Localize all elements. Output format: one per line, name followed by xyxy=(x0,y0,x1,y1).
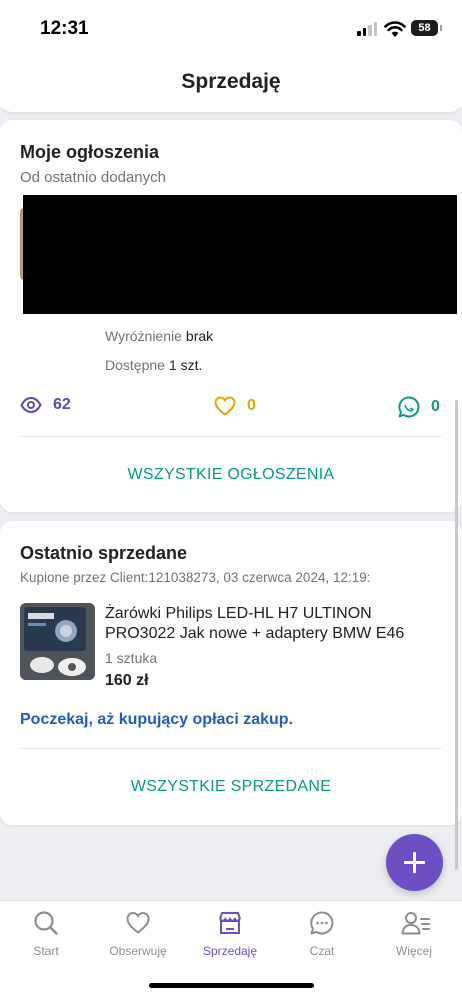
home-indicator xyxy=(149,983,314,988)
divider xyxy=(20,748,442,749)
chat-bubble-icon xyxy=(398,396,420,418)
scrollbar[interactable] xyxy=(455,400,458,870)
search-icon xyxy=(34,911,58,935)
product-photo xyxy=(20,603,95,680)
page-title: Sprzedaję xyxy=(181,70,281,93)
likes-stat: 0 xyxy=(214,396,256,416)
all-sold-button[interactable]: WSZYSTKIE SPRZEDANE xyxy=(0,778,462,796)
previous-card-edge xyxy=(0,100,462,112)
tab-label: Start xyxy=(33,944,59,958)
redacted-listing-area[interactable] xyxy=(23,195,457,314)
all-listings-button[interactable]: WSZYSTKIE OGŁOSZENIA xyxy=(0,466,462,484)
my-listings-card: Moje ogłoszenia Od ostatnio dodanych Wyr… xyxy=(0,120,462,512)
battery-indicator: 58 xyxy=(411,20,442,36)
available-value: 1 szt. xyxy=(168,357,203,373)
eye-icon xyxy=(20,397,42,413)
status-bar: 12:31 58 xyxy=(0,0,462,58)
tab-start[interactable]: Start xyxy=(0,901,92,971)
divider xyxy=(20,436,442,437)
buyer-info: Kupione przez Client:121038273, 03 czerw… xyxy=(20,570,371,585)
tab-observed[interactable]: Obserwuję xyxy=(92,901,184,971)
recently-sold-card: Ostatnio sprzedane Kupione przez Client:… xyxy=(0,521,462,825)
sold-item-quantity: 1 sztuka xyxy=(105,650,158,666)
highlight-value: brak xyxy=(185,328,214,344)
sold-item-image[interactable] xyxy=(20,603,95,680)
status-time: 12:31 xyxy=(40,18,89,39)
shop-icon xyxy=(219,912,241,934)
available-label: Dostępne xyxy=(105,357,165,373)
sold-item-price: 160 zł xyxy=(105,672,149,689)
tab-selling[interactable]: Sprzedaję xyxy=(184,901,276,971)
likes-count: 0 xyxy=(247,397,256,414)
add-listing-button[interactable] xyxy=(386,834,443,891)
tab-label: Więcej xyxy=(395,944,432,958)
recently-sold-title: Ostatnio sprzedane xyxy=(20,543,188,563)
highlight-label: Wyróżnienie xyxy=(105,328,182,344)
my-listings-title: Moje ogłoszenia xyxy=(20,142,160,162)
wifi-icon xyxy=(384,21,406,37)
views-count: 62 xyxy=(53,396,71,413)
payment-pending-note: Poczekaj, aż kupujący opłaci zakup. xyxy=(20,711,293,728)
tab-more[interactable]: Więcej xyxy=(368,901,460,971)
views-stat: 62 xyxy=(20,396,71,414)
highlight-row: Wyróżnienie brak xyxy=(105,328,213,344)
chat-icon xyxy=(310,911,334,935)
my-listings-subtitle: Od ostatnio dodanych xyxy=(20,169,166,186)
available-row: Dostępne 1 szt. xyxy=(105,357,202,373)
messages-stat: 0 xyxy=(398,396,440,418)
user-menu-icon xyxy=(401,912,430,935)
tab-chat[interactable]: Czat xyxy=(276,901,368,971)
messages-count: 0 xyxy=(431,398,440,415)
heart-icon xyxy=(126,911,150,934)
heart-icon xyxy=(214,396,236,416)
tab-label: Czat xyxy=(309,944,335,958)
tab-label: Sprzedaję xyxy=(202,944,258,958)
tab-label: Obserwuję xyxy=(109,944,167,958)
cellular-signal-icon xyxy=(357,22,379,36)
sold-item-title[interactable]: Żarówki Philips LED-HL H7 ULTINON PRO302… xyxy=(105,604,435,644)
